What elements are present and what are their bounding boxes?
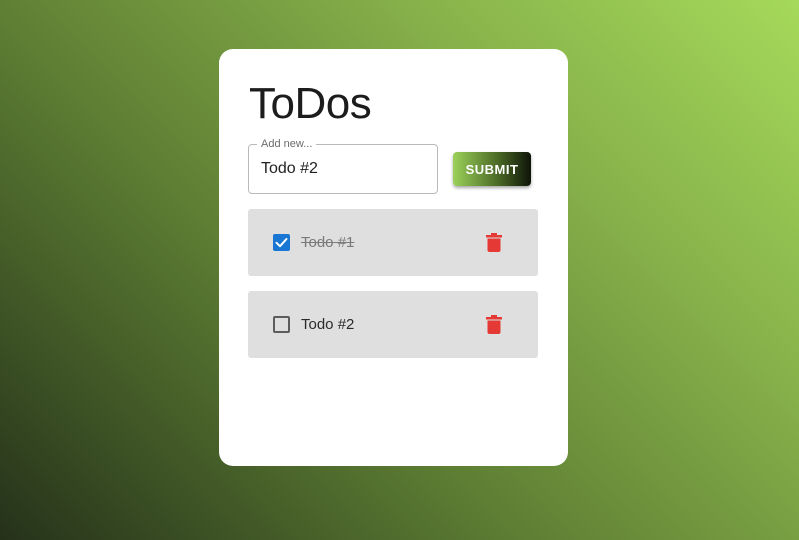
page-title: ToDos [249, 79, 372, 128]
add-todo-input[interactable] [261, 145, 426, 193]
trash-icon[interactable] [486, 315, 502, 334]
todo-item: Todo #1 [248, 209, 538, 276]
submit-button[interactable]: SUBMIT [453, 152, 531, 186]
todo-label: Todo #2 [301, 316, 355, 333]
trash-icon[interactable] [486, 233, 502, 252]
checkbox-unchecked-icon[interactable] [273, 316, 290, 333]
checkbox-checked-icon[interactable] [273, 234, 290, 251]
todo-card: ToDos Add new... SUBMIT Todo #1 To [219, 49, 568, 466]
todo-list: Todo #1 Todo #2 [248, 209, 538, 373]
todo-label: Todo #1 [301, 234, 355, 251]
add-todo-field[interactable]: Add new... [248, 137, 438, 194]
todo-item: Todo #2 [248, 291, 538, 358]
